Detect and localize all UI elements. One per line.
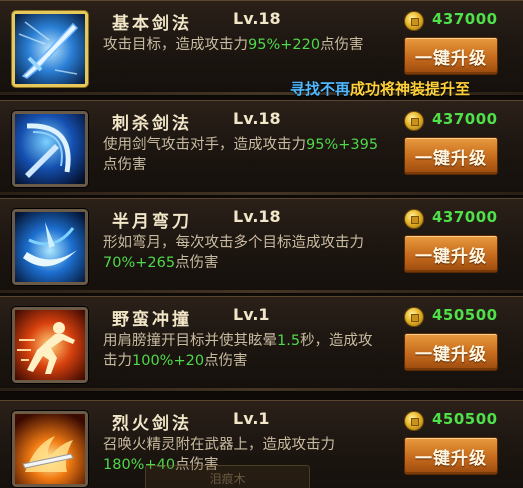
skill-row-3: 半月弯刀 Lv.18 形如弯月，每次攻击多个目标造成攻击力70%+265点伤害 … [0, 198, 523, 294]
skill-level: Lv.18 [233, 9, 281, 28]
flame-sword-icon [15, 414, 85, 484]
gold-coin-icon [404, 307, 424, 327]
skill-row-4: 野蛮冲撞 Lv.1 用肩膀撞开目标并使其眩晕1.5秒，造成攻击力100%+20点… [0, 296, 523, 392]
gold-coin-icon [404, 209, 424, 229]
gold-coin-icon [404, 111, 424, 131]
skill-name: 野蛮冲撞 [112, 310, 192, 330]
skill-description: 攻击目标，造成攻击力95%+220点伤害 [103, 37, 364, 53]
one-click-upgrade-button[interactable]: 一键升级 [404, 437, 498, 475]
sword-slash-icon [15, 114, 85, 184]
skill-description: 用肩膀撞开目标并使其眩晕1.5秒，造成攻击力100%+20点伤害 [103, 333, 373, 369]
one-click-upgrade-button[interactable]: 一键升级 [404, 333, 498, 371]
gold-coin-icon [404, 411, 424, 431]
sword-thrust-icon [15, 14, 85, 84]
crescent-blade-icon [15, 212, 85, 282]
charging-warrior-icon [15, 310, 85, 380]
upgrade-cost: 437000 [432, 10, 498, 28]
one-click-upgrade-button[interactable]: 一键升级 [404, 37, 498, 75]
skill-row-2: 刺杀剑法 Lv.18 使用剑气攻击对手，造成攻击力95%+395点伤害 4370… [0, 100, 523, 196]
background-ghost-button: 泪痕木 [145, 465, 310, 488]
broadcast-message: 寻找不再成功将神装提升至 [290, 80, 471, 98]
skill-name: 半月弯刀 [112, 212, 192, 232]
skill-description: 形如弯月，每次攻击多个目标造成攻击力70%+265点伤害 [103, 235, 364, 271]
upgrade-cost: 437000 [432, 110, 498, 128]
skill-icon-frame[interactable] [12, 209, 88, 285]
skill-level: Lv.18 [233, 109, 281, 128]
skill-icon-frame[interactable] [12, 411, 88, 487]
upgrade-cost: 450500 [432, 410, 498, 428]
skill-name: 烈火剑法 [112, 414, 192, 434]
upgrade-cost: 450500 [432, 306, 498, 324]
skill-level: Lv.18 [233, 207, 281, 226]
gold-coin-icon [404, 11, 424, 31]
skill-name: 基本剑法 [112, 14, 192, 34]
one-click-upgrade-button[interactable]: 一键升级 [404, 235, 498, 273]
skill-level: Lv.1 [233, 409, 270, 428]
skill-level: Lv.1 [233, 305, 270, 324]
skill-icon-frame[interactable] [12, 307, 88, 383]
upgrade-cost: 437000 [432, 208, 498, 226]
skill-icon-frame[interactable] [12, 11, 88, 87]
skill-name: 刺杀剑法 [112, 114, 192, 134]
skill-description: 使用剑气攻击对手，造成攻击力95%+395点伤害 [103, 137, 379, 173]
skill-icon-frame[interactable] [12, 111, 88, 187]
one-click-upgrade-button[interactable]: 一键升级 [404, 137, 498, 175]
